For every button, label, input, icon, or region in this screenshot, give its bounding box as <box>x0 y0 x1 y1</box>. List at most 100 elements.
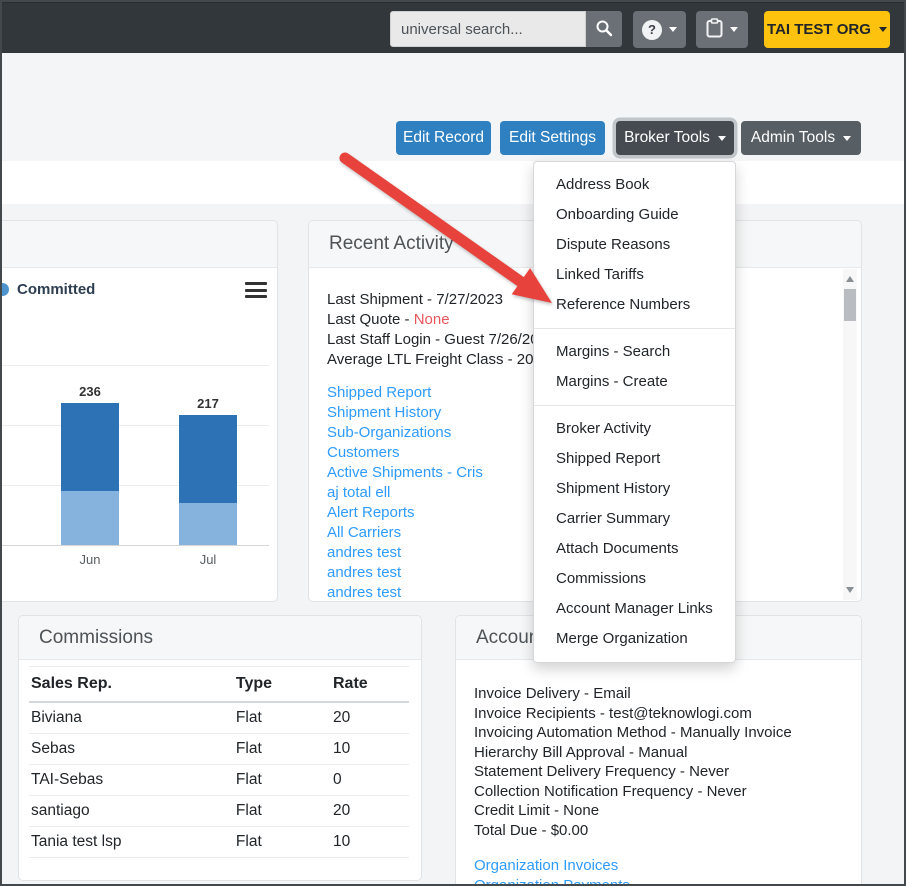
clipboard-icon <box>706 18 723 41</box>
chart-gridline <box>0 365 269 366</box>
shipments-chart-panel: Committed 236 Jun 217 Jul <box>0 220 278 602</box>
scroll-down-icon[interactable] <box>846 587 854 593</box>
table-cell: Flat <box>234 734 331 765</box>
edit-settings-label: Edit Settings <box>509 129 596 147</box>
menu-item-shipment-history[interactable]: Shipment History <box>534 474 735 504</box>
accounting-info: Invoice Delivery - EmailInvoice Recipien… <box>474 684 861 840</box>
menu-item-account-manager-links[interactable]: Account Manager Links <box>534 594 735 624</box>
bar-segment-bottom-segment <box>61 491 119 545</box>
commissions-panel: Commissions Sales Rep.TypeRate BivianaFl… <box>18 615 422 881</box>
table-cell: Flat <box>234 796 331 827</box>
info-line: Hierarchy Bill Approval - Manual <box>474 743 861 763</box>
admin-tools-label: Admin Tools <box>751 129 835 147</box>
info-line: Invoicing Automation Method - Manually I… <box>474 723 861 743</box>
column-header-type: Type <box>234 667 331 703</box>
vertical-scrollbar[interactable] <box>843 269 857 600</box>
bar-segment-top-segment <box>61 403 119 491</box>
menu-item-broker-activity[interactable]: Broker Activity <box>534 414 735 444</box>
org-selector-label: TAI TEST ORG <box>767 21 871 38</box>
panel-title: Commissions <box>39 627 153 649</box>
menu-item-address-book[interactable]: Address Book <box>534 170 735 200</box>
link-organization-payments[interactable]: Organization Payments <box>474 876 861 886</box>
table-cell: santiago <box>29 796 234 827</box>
menu-item-attach-documents[interactable]: Attach Documents <box>534 534 735 564</box>
chevron-down-icon <box>718 136 726 141</box>
table-cell: Flat <box>234 765 331 796</box>
chevron-down-icon <box>669 27 677 32</box>
chevron-down-icon <box>843 136 851 141</box>
menu-divider <box>534 328 735 329</box>
table-cell: 20 <box>331 702 409 734</box>
search-icon <box>595 19 613 40</box>
commissions-header: Commissions <box>19 616 421 660</box>
admin-tools-button[interactable]: Admin Tools <box>741 121 861 155</box>
bar-segment-bottom-segment <box>179 503 237 545</box>
table-cell: 10 <box>331 734 409 765</box>
legend-label: Committed <box>17 281 95 298</box>
menu-item-linked-tariffs[interactable]: Linked Tariffs <box>534 260 735 290</box>
clipboard-dropdown-button[interactable] <box>696 11 748 48</box>
broker-tools-label: Broker Tools <box>624 129 710 147</box>
table-cell: Tania test lsp <box>29 827 234 858</box>
scroll-up-icon[interactable] <box>846 276 854 282</box>
chart-panel-header <box>0 221 277 268</box>
axis-category-label: Jun <box>61 552 119 567</box>
legend-marker <box>0 283 9 296</box>
table-cell: Sebas <box>29 734 234 765</box>
universal-search-group <box>390 11 622 47</box>
menu-item-commissions[interactable]: Commissions <box>534 564 735 594</box>
edit-record-label: Edit Record <box>403 129 484 147</box>
accounting-links: Organization InvoicesOrganization Paymen… <box>474 856 861 886</box>
table-row: TAI-SebasFlat0 <box>29 765 409 796</box>
info-line: Total Due - $0.00 <box>474 821 861 841</box>
menu-item-dispute-reasons[interactable]: Dispute Reasons <box>534 230 735 260</box>
panel-title: Recent Activity <box>329 233 454 255</box>
info-line: Statement Delivery Frequency - Never <box>474 762 861 782</box>
search-input[interactable] <box>390 11 586 47</box>
edit-settings-button[interactable]: Edit Settings <box>500 121 605 155</box>
menu-item-margins-search[interactable]: Margins - Search <box>534 337 735 367</box>
table-row: BivianaFlat20 <box>29 702 409 734</box>
table-cell: 0 <box>331 765 409 796</box>
table-cell: Flat <box>234 702 331 734</box>
table-cell: Flat <box>234 827 331 858</box>
info-line: Credit Limit - None <box>474 801 861 821</box>
column-header-sales-rep: Sales Rep. <box>29 667 234 703</box>
menu-divider <box>534 405 735 406</box>
chevron-down-icon <box>730 27 738 32</box>
info-line: Invoice Delivery - Email <box>474 684 861 704</box>
hamburger-icon[interactable] <box>245 282 267 298</box>
broker-tools-menu: Address BookOnboarding GuideDispute Reas… <box>533 161 736 663</box>
table-cell: Biviana <box>29 702 234 734</box>
broker-tools-button[interactable]: Broker Tools <box>616 121 734 155</box>
commissions-table: Sales Rep.TypeRate BivianaFlat20SebasFla… <box>29 666 409 858</box>
column-header-rate: Rate <box>331 667 409 703</box>
menu-item-onboarding-guide[interactable]: Onboarding Guide <box>534 200 735 230</box>
info-line: Invoice Recipients - test@teknowlogi.com <box>474 704 861 724</box>
table-cell: 10 <box>331 827 409 858</box>
menu-item-margins-create[interactable]: Margins - Create <box>534 367 735 397</box>
scrollbar-thumb[interactable] <box>844 289 856 321</box>
question-circle-icon: ? <box>642 20 662 40</box>
org-selector-button[interactable]: TAI TEST ORG <box>764 11 890 48</box>
bar-segment-top-segment <box>179 415 237 503</box>
menu-item-shipped-report[interactable]: Shipped Report <box>534 444 735 474</box>
bar-value-label: 236 <box>61 384 119 399</box>
help-dropdown-button[interactable]: ? <box>633 11 686 48</box>
menu-item-reference-numbers[interactable]: Reference Numbers <box>534 290 735 320</box>
chart-legend[interactable]: Committed <box>0 281 95 298</box>
menu-item-merge-organization[interactable]: Merge Organization <box>534 624 735 654</box>
table-row: Tania test lspFlat10 <box>29 827 409 858</box>
highlight-value: None <box>414 311 450 328</box>
axis-category-label: Jul <box>179 552 237 567</box>
search-button[interactable] <box>586 11 622 47</box>
content-divider-band <box>0 161 906 204</box>
chart-axis-line <box>0 545 269 546</box>
bar-value-label: 217 <box>179 396 237 411</box>
table-row: SebasFlat10 <box>29 734 409 765</box>
link-organization-invoices[interactable]: Organization Invoices <box>474 856 861 876</box>
chevron-down-icon <box>879 27 887 32</box>
edit-record-button[interactable]: Edit Record <box>396 121 491 155</box>
menu-item-carrier-summary[interactable]: Carrier Summary <box>534 504 735 534</box>
table-cell: 20 <box>331 796 409 827</box>
